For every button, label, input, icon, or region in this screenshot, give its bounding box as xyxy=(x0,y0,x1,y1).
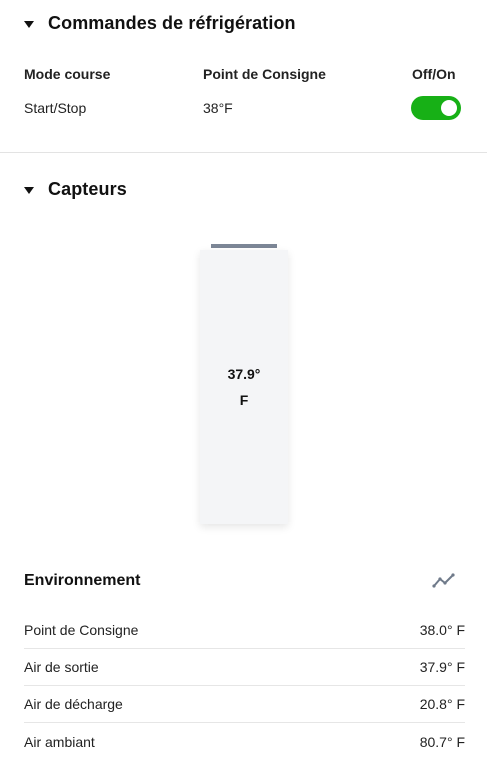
gauge-unit: F xyxy=(239,392,249,408)
row-value: 80.7° F xyxy=(419,733,465,750)
gauge-indicator-bar xyxy=(211,244,277,248)
trend-chart-icon[interactable] xyxy=(432,572,456,590)
table-row: Air de décharge 20.8° F xyxy=(24,686,465,723)
row-value: 20.8° F xyxy=(419,696,465,712)
sensors-section-header[interactable]: Capteurs xyxy=(24,179,127,200)
row-label: Air ambiant xyxy=(24,733,95,750)
table-row: Point de Consigne 38.0° F xyxy=(24,612,465,649)
mode-value: Start/Stop xyxy=(24,100,87,116)
row-value: 37.9° F xyxy=(419,659,465,675)
refrigeration-section-header[interactable]: Commandes de réfrigération xyxy=(24,13,296,34)
row-label: Point de Consigne xyxy=(24,622,139,638)
table-row: Air de sortie 37.9° F xyxy=(24,649,465,686)
environment-table: Point de Consigne 38.0° F Air de sortie … xyxy=(24,612,465,760)
setpoint-column-header: Point de Consigne xyxy=(203,66,326,82)
row-label: Air de sortie xyxy=(24,659,99,675)
sensors-section-title: Capteurs xyxy=(48,179,127,199)
caret-down-icon xyxy=(24,186,34,194)
caret-down-icon xyxy=(24,20,34,28)
section-divider xyxy=(0,152,487,153)
refrigeration-section-title: Commandes de réfrigération xyxy=(48,13,296,33)
temperature-gauge: 37.9° F xyxy=(200,250,288,524)
row-value: 38.0° F xyxy=(419,622,465,638)
power-toggle[interactable] xyxy=(411,96,461,120)
toggle-knob xyxy=(441,100,457,116)
table-row: Air ambiant 80.7° F xyxy=(24,723,465,760)
onoff-column-header: Off/On xyxy=(412,66,456,82)
mode-column-header: Mode course xyxy=(24,66,111,82)
environment-title: Environnement xyxy=(24,572,141,589)
gauge-value: 37.9° xyxy=(227,366,261,382)
row-label: Air de décharge xyxy=(24,696,123,712)
setpoint-value: 38°F xyxy=(203,100,233,116)
